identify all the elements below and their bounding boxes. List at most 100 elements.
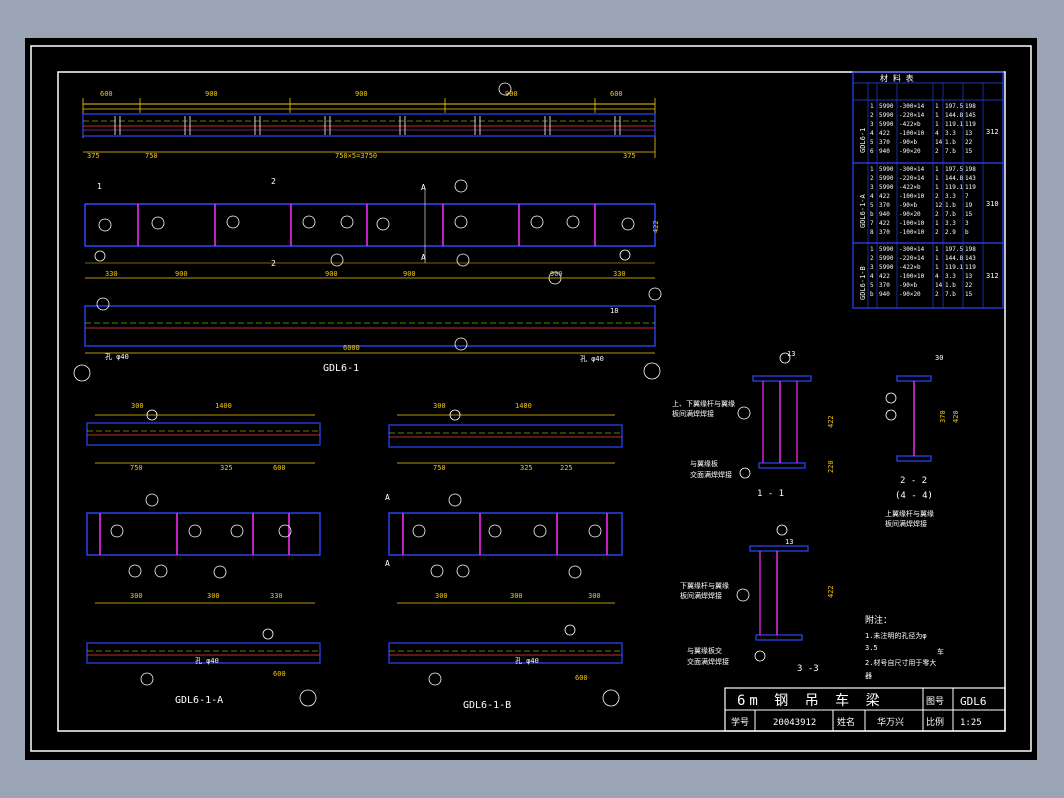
table-cell: -220×14 — [899, 175, 925, 182]
hole-right: 孔 φ40 — [580, 355, 604, 363]
table-cell: 145 — [965, 112, 976, 119]
a-600: 600 — [273, 464, 286, 472]
table-cell: 119.1 — [945, 264, 963, 271]
table-cell: b — [965, 229, 969, 236]
table-cell: -90×20 — [899, 291, 921, 298]
a-1400: 1400 — [215, 402, 232, 410]
table-cell: -100×10 — [899, 220, 925, 227]
table-cell: 3 — [870, 184, 874, 191]
b-750: 750 — [433, 464, 446, 472]
view-a-label: GDL6-1-A — [175, 695, 223, 706]
table-cell: 119 — [965, 121, 976, 128]
table-cell: 7 — [870, 220, 874, 227]
materials-table: 材 料 表 GDL6-1 GDL6-1-A GDL6-1-B 312 310 3… — [852, 71, 1004, 309]
drawing-no-label: 图号 — [926, 696, 944, 707]
a-e300-2: 300 — [207, 592, 220, 600]
table-cell: 1 — [935, 255, 939, 262]
table-group2: GDL6-1-A — [859, 193, 867, 228]
table-cell: 198 — [965, 166, 976, 173]
title-main: 6m 钢 吊 车 梁 — [737, 692, 884, 709]
table-cell: 12 — [935, 202, 943, 209]
table-cell: 370 — [879, 229, 890, 236]
drawing-no: GDL6 — [960, 695, 987, 708]
table-cell: 940 — [879, 291, 890, 298]
s11-422: 422 — [827, 415, 835, 428]
table-cell: 14 — [935, 139, 943, 146]
dim-375: 375 — [87, 152, 100, 160]
table-cell: 1.b — [945, 139, 956, 146]
table-cell: 3 — [965, 220, 969, 227]
table-cell: 3.3 — [945, 130, 956, 137]
drawing-sheet: 600 900 900 900 600 375 750 750×5=3750 3… — [25, 38, 1037, 760]
table-cell: 1 — [935, 184, 939, 191]
table-cell: 19 — [965, 202, 973, 209]
table-cell: -422×b — [899, 184, 921, 191]
table-cell: 3 — [870, 264, 874, 271]
b-b600: 600 — [575, 674, 588, 682]
s22-420: 420 — [952, 410, 960, 423]
table-cell: 5990 — [879, 166, 894, 173]
table-cell: 7 — [965, 193, 969, 200]
s33-weld5b: 交面满焊焊接 — [687, 657, 729, 666]
table-cell: 14 — [935, 282, 943, 289]
table-cell: 22 — [965, 282, 973, 289]
table-cell: 2 — [935, 229, 939, 236]
table-total3: 312 — [986, 272, 999, 280]
table-cell: -300×14 — [899, 103, 925, 110]
notes-line3: 2.材号自尺寸用于零大 — [865, 658, 936, 667]
a-e300-1: 300 — [130, 592, 143, 600]
a-300: 300 — [131, 402, 144, 410]
table-cell: 197.5 — [945, 166, 963, 173]
table-cell: 5990 — [879, 246, 894, 253]
s33-422: 422 — [827, 585, 835, 598]
table-cell: 2 — [935, 211, 939, 218]
sec-a-top: A — [421, 183, 426, 192]
hole-left: 孔 φ40 — [105, 353, 129, 361]
table-cell: 1.b — [945, 202, 956, 209]
table-cell: 1 — [935, 166, 939, 173]
b-e300-1: 300 — [435, 592, 448, 600]
b-225: 225 — [560, 464, 573, 472]
s11-weld2a: 与翼缘板 — [690, 459, 718, 468]
table-cell: 5 — [870, 282, 874, 289]
table-cell: b — [870, 291, 874, 298]
table-total2: 310 — [986, 200, 999, 208]
table-cell: -300×14 — [899, 246, 925, 253]
table-rows: 1 5990 -300×14 1 197.5 1982 5990 -220×14 1 144.8 1… — [870, 103, 976, 298]
table-cell: -422×b — [899, 121, 921, 128]
table-cell: 198 — [965, 246, 976, 253]
table-cell: 8 — [870, 229, 874, 236]
table-cell: -220×14 — [899, 112, 925, 119]
scale: 1:25 — [960, 718, 982, 728]
table-cell: 197.5 — [945, 246, 963, 253]
table-cell: b — [870, 211, 874, 218]
table-cell: 15 — [965, 148, 973, 155]
table-cell: 1 — [870, 103, 874, 110]
table-cell: 144.8 — [945, 175, 963, 182]
table-cell: 3.3 — [945, 220, 956, 227]
section-2-2: 30 370 420 2 - 2 (4 - 4) 上翼缘杆与翼缘 板间满焊焊接 — [885, 354, 960, 528]
s22-370: 370 — [939, 410, 947, 423]
table-cell: 13 — [965, 130, 973, 137]
notes-line1: 1.未注明的孔径为φ — [865, 631, 927, 640]
table-cell: 3 — [870, 121, 874, 128]
main-view-label: GDL6-1 — [323, 363, 359, 374]
b-325: 325 — [520, 464, 533, 472]
table-cell: 7.b — [945, 211, 956, 218]
b-e300-2: 300 — [510, 592, 523, 600]
dim-330-r: 330 — [613, 270, 626, 278]
s22-weld3a: 上翼缘杆与翼缘 — [885, 509, 934, 518]
table-cell: 5990 — [879, 255, 894, 262]
dim-900-e3: 900 — [403, 270, 416, 278]
a-325: 325 — [220, 464, 233, 472]
table-cell: 198 — [965, 103, 976, 110]
dim-900-e2: 900 — [325, 270, 338, 278]
table-cell: 2 — [935, 193, 939, 200]
notes-line4: 器 — [865, 672, 872, 680]
table-cell: 5990 — [879, 264, 894, 271]
s22-30: 30 — [935, 354, 943, 362]
table-cell: 422 — [879, 220, 890, 227]
dim-3750: 750×5=3750 — [335, 152, 377, 160]
student-no-label: 学号 — [731, 716, 749, 728]
name: 华万兴 — [877, 716, 904, 728]
